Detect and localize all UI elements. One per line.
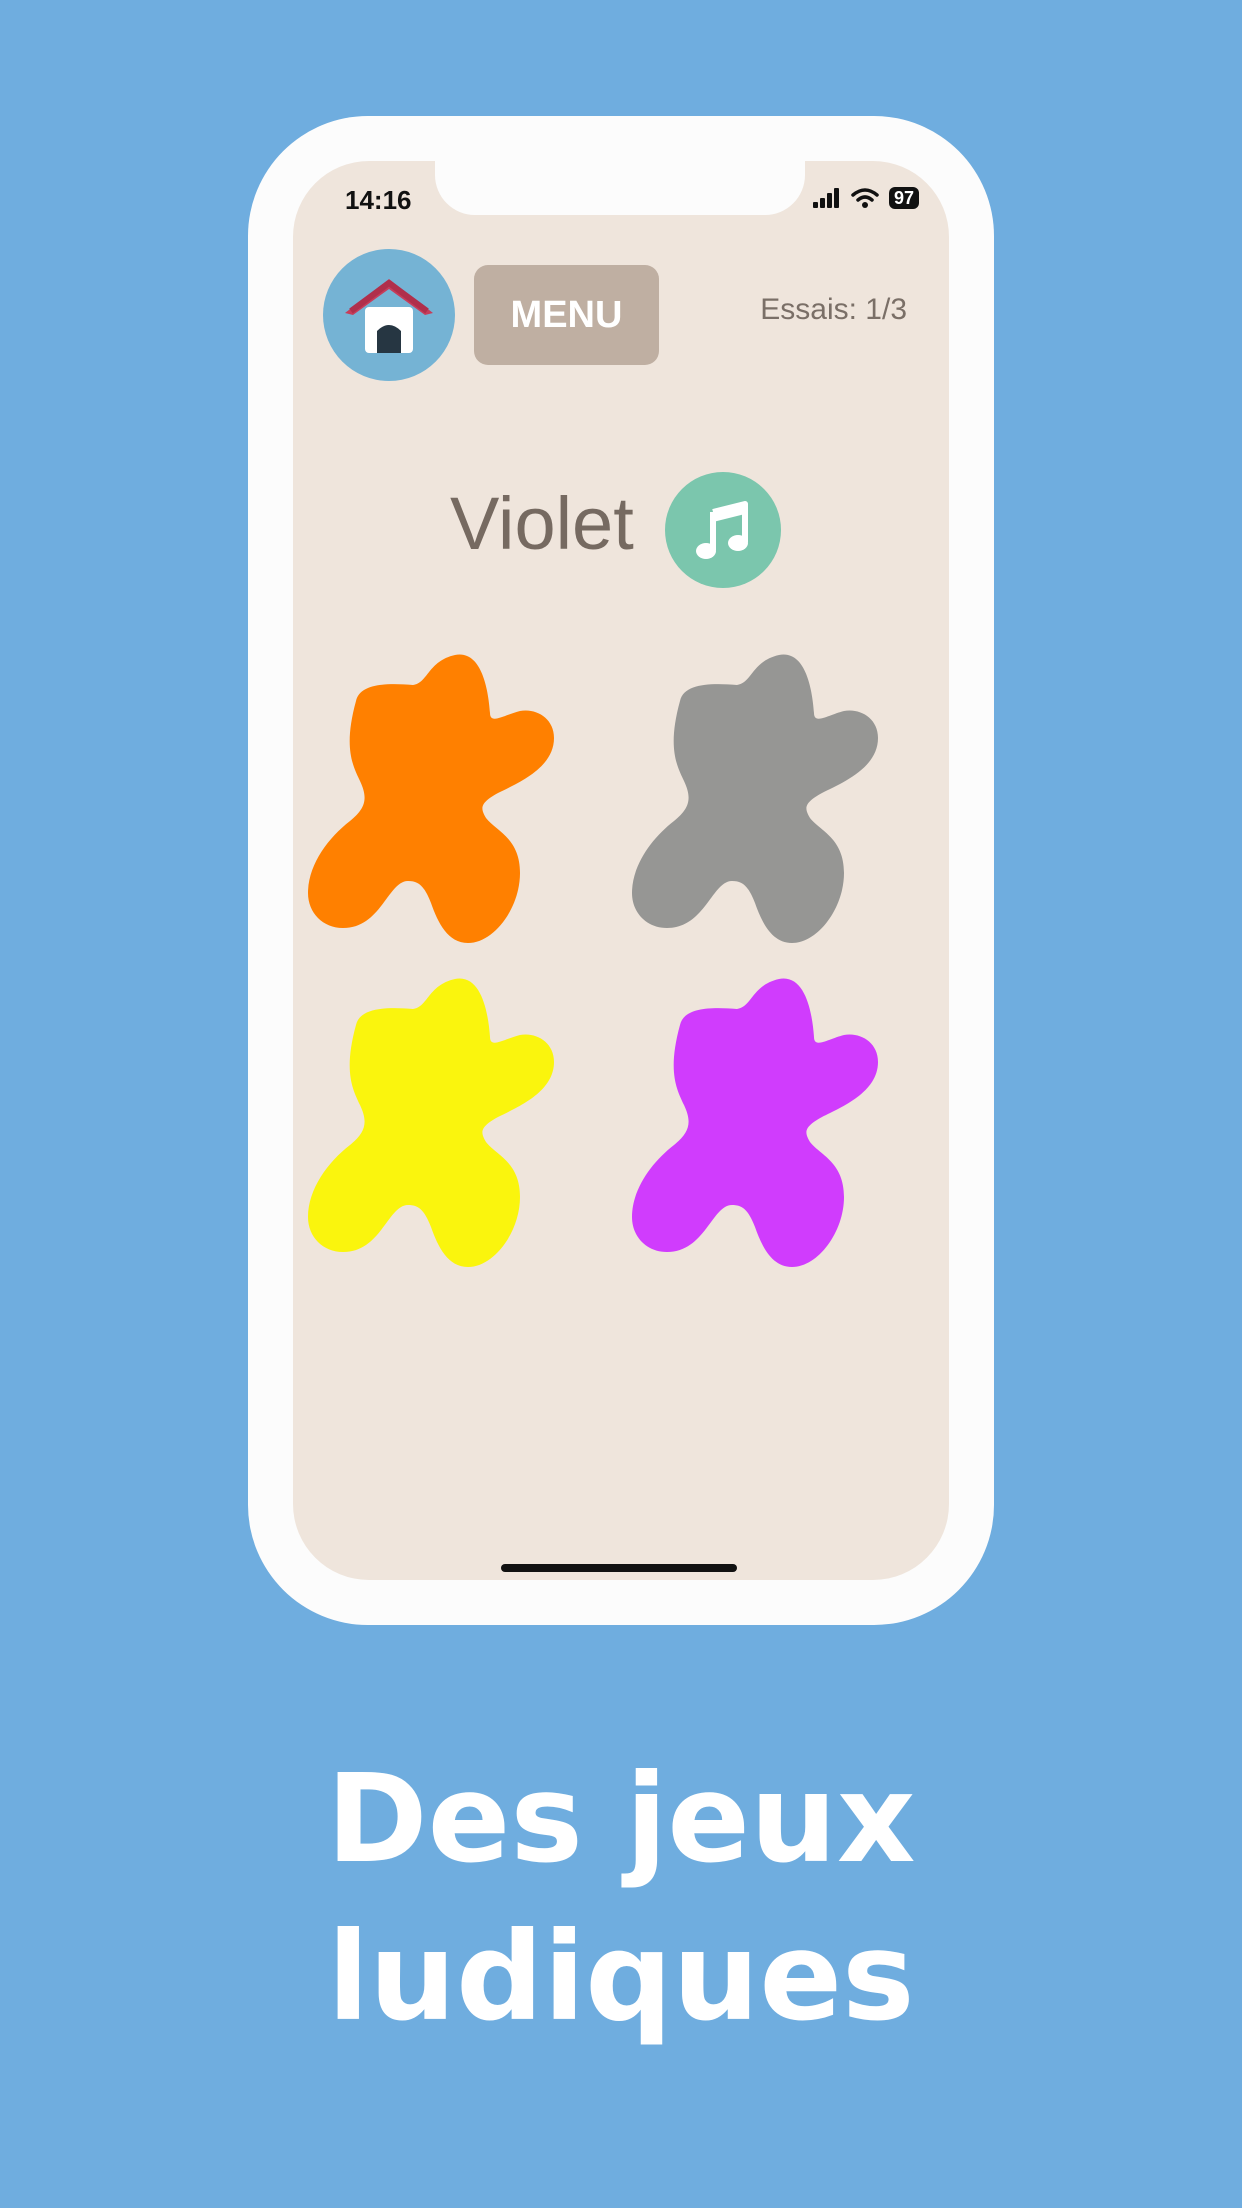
house-icon — [345, 279, 433, 353]
battery-icon: 97 — [888, 187, 919, 209]
color-blob-purple[interactable] — [632, 977, 938, 1267]
attempts-counter: Essais: 1/3 — [760, 293, 907, 326]
wifi-icon — [851, 188, 879, 208]
play-sound-button[interactable] — [665, 472, 781, 588]
promo-caption: Des jeux ludiques — [0, 1740, 1242, 2056]
home-button[interactable] — [323, 249, 455, 381]
home-indicator[interactable] — [501, 1564, 737, 1572]
blob-shape — [308, 978, 554, 1267]
status-time: 14:16 — [345, 185, 412, 215]
phone-notch — [435, 161, 805, 215]
blob-shape — [308, 654, 554, 943]
app-screen: 14:16 97 MENU Essais: 1/3 Violet — [293, 161, 949, 1580]
music-note-icon — [696, 501, 748, 559]
caption-line-2: ludiques — [327, 1906, 915, 2048]
color-blob-orange[interactable] — [308, 653, 614, 943]
status-icons: 97 — [812, 187, 919, 209]
menu-button[interactable]: MENU — [474, 265, 659, 365]
target-color-word: Violet — [450, 482, 634, 565]
blob-shape — [632, 654, 878, 943]
signal-icon — [812, 188, 839, 208]
caption-line-1: Des jeux — [326, 1748, 916, 1890]
color-blob-yellow[interactable] — [308, 977, 614, 1267]
phone-frame: 14:16 97 MENU Essais: 1/3 Violet — [248, 116, 994, 1625]
blob-shape — [632, 978, 878, 1267]
color-blob-gray[interactable] — [632, 653, 938, 943]
